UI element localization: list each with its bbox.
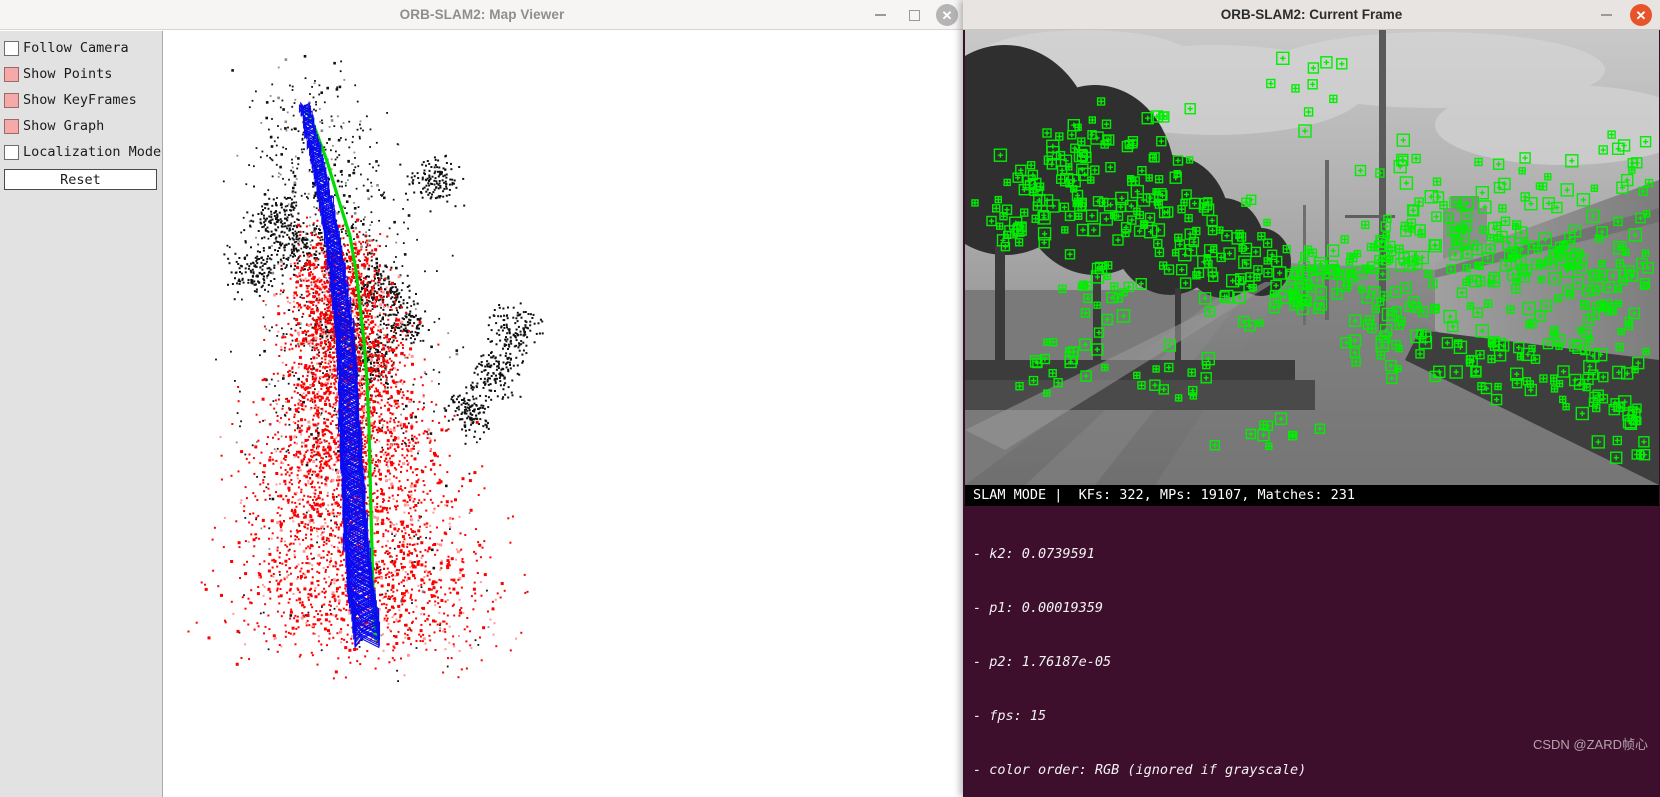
checkbox-indicator [4,92,19,108]
checkbox-label: Follow Camera [23,40,129,56]
console-line: - fps: 15 [973,708,1047,724]
map-render [164,31,964,797]
map-window-controls: ✕ [868,0,958,30]
console-line: - p2: 1.76187e-05 [973,654,1112,670]
console-line: - p1: 0.00019359 [973,600,1104,616]
slam-status-bar: SLAM MODE | KFs: 322, MPs: 19107, Matche… [965,485,1659,506]
close-icon[interactable]: ✕ [1630,4,1652,26]
camera-frame-render [965,30,1659,485]
checkbox-indicator [4,66,19,82]
minimize-icon[interactable] [1594,3,1618,27]
minimize-icon[interactable] [868,3,892,27]
checkbox-localization-mode[interactable]: Localization Mode [0,139,162,165]
checkbox-label: Show KeyFrames [23,92,137,108]
checkbox-follow-camera[interactable]: Follow Camera [0,35,162,61]
current-frame-window: ORB-SLAM2: Current Frame ✕ SLAM MODE | K… [963,0,1660,797]
map-viewer-titlebar: ORB-SLAM2: Map Viewer [0,0,964,30]
close-icon[interactable]: ✕ [936,4,958,26]
console-line: - color order: RGB (ignored if grayscale… [973,762,1307,778]
map-viewer-window: ORB-SLAM2: Map Viewer ✕ Follow Camera Sh… [0,0,964,797]
checkbox-indicator [4,40,19,56]
checkbox-label: Localization Mode [23,144,162,160]
camera-frame-view[interactable] [965,30,1659,485]
current-frame-titlebar: ORB-SLAM2: Current Frame [963,0,1660,30]
map-viewer-title: ORB-SLAM2: Map Viewer [399,7,565,22]
map-point-cloud-viewport[interactable] [164,31,964,797]
checkbox-show-points[interactable]: Show Points [0,61,162,87]
checkbox-indicator [4,118,19,134]
map-viewer-sidebar: Follow Camera Show Points Show KeyFrames… [0,31,163,797]
maximize-icon[interactable] [902,3,926,27]
screen: ORB-SLAM2: Map Viewer ✕ Follow Camera Sh… [0,0,1660,797]
checkbox-show-graph[interactable]: Show Graph [0,113,162,139]
checkbox-label: Show Graph [23,118,105,134]
checkbox-indicator [4,144,19,160]
current-frame-title: ORB-SLAM2: Current Frame [1220,7,1403,22]
watermark: CSDN @ZARD帧心 [1532,737,1648,752]
checkbox-show-keyframes[interactable]: Show KeyFrames [0,87,162,113]
reset-button[interactable]: Reset [4,169,157,190]
frame-window-controls: ✕ [1594,0,1652,30]
console-line: - k2: 0.0739591 [973,546,1095,562]
checkbox-label: Show Points [23,66,113,82]
console-output[interactable]: - k2: 0.0739591 - p1: 0.00019359 - p2: 1… [965,506,1659,797]
